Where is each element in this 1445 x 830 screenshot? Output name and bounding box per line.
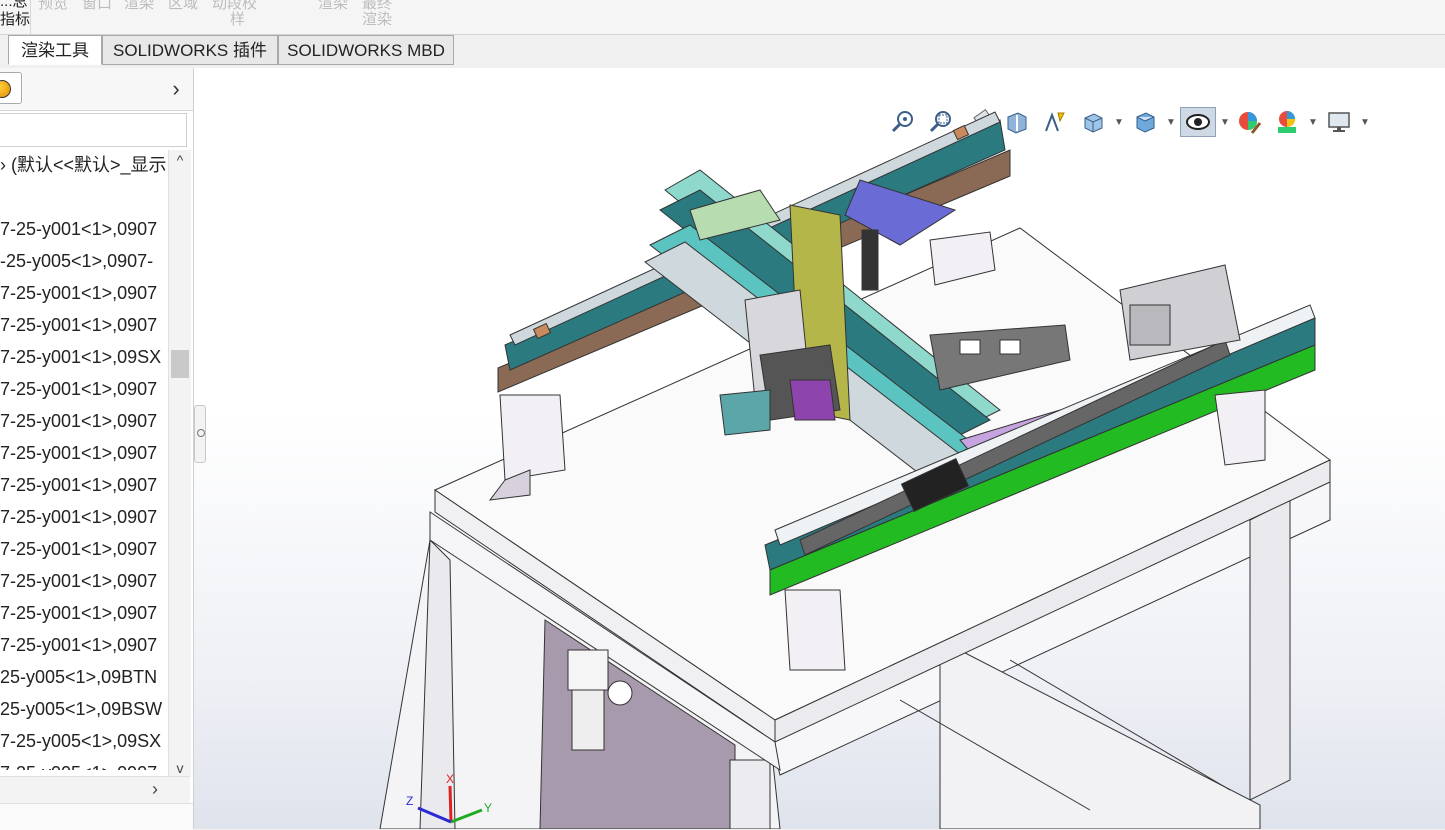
assembly-model[interactable] [194, 68, 1445, 829]
tree-item[interactable]: 7-25-y001<1>,0907 [0, 278, 168, 308]
tree-item[interactable]: 25-y005<1>,09BSW [0, 694, 168, 724]
tree-item[interactable]: 7-25-y001<1>,0907 [0, 630, 168, 660]
tab-solidworks-mbd[interactable]: SOLIDWORKS MBD [278, 35, 454, 65]
tree-item[interactable]: 7-25-y001<1>,0907 [0, 470, 168, 500]
ribbon-group-label[interactable]: 渲染 [318, 0, 348, 14]
ribbon-group-label[interactable]: 指标 [0, 10, 30, 30]
tree-item[interactable]: -25-y005<1>,0907- [0, 246, 168, 276]
x-axis [448, 785, 453, 823]
tree-item[interactable]: 7-25-y001<1>,0907 [0, 310, 168, 340]
tree-item[interactable]: 7-25-y001<1>,0907 [0, 566, 168, 596]
tree-item[interactable]: 7-25-y001<1>,0907 [0, 406, 168, 436]
tree-vertical-scrollbar[interactable]: ^ v [168, 150, 191, 778]
chevron-right-icon[interactable]: › [166, 76, 186, 102]
display-manager-button[interactable] [0, 72, 22, 104]
z-axis-label: Z [406, 794, 413, 808]
ribbon-group-label[interactable]: 窗口 [82, 0, 112, 14]
tree-item[interactable]: 7-25-y001<1>,0907 [0, 502, 168, 532]
ribbon-group-label[interactable]: 区域 [168, 0, 198, 14]
feature-manager-pane: › › (默认<<默认>_显示 7-25-y001<1>,0907 -25-y0… [0, 68, 194, 830]
tree-item[interactable]: 7-25-y001<1>,09SX [0, 342, 168, 372]
ribbon-separator [30, 0, 31, 34]
graphics-area[interactable]: ▼ ▼ ▼ ▼ ▼ X Y Z [194, 68, 1445, 829]
tab-render-tools[interactable]: 渲染工具 [8, 35, 102, 65]
tree-item[interactable]: 7-25-y001<1>,0907 [0, 214, 168, 244]
tree-item[interactable]: 7-25-y001<1>,0907 [0, 598, 168, 628]
y-axis [450, 808, 483, 824]
tree-filter-input[interactable] [0, 113, 187, 147]
tree-item[interactable]: 7-25-y001<1>,0907 [0, 438, 168, 468]
tree-horizontal-scrollbar[interactable]: › [0, 776, 190, 803]
pane-splitter[interactable] [194, 405, 206, 463]
tree-item[interactable]: 25-y005<1>,09BTN [0, 662, 168, 692]
feature-tree: › (默认<<默认>_显示 7-25-y001<1>,0907 -25-y005… [0, 150, 168, 770]
coordinate-triad: X Y Z [406, 772, 492, 824]
tree-item[interactable]: 7-25-y001<1>,0907 [0, 534, 168, 564]
feature-manager-header: › [0, 68, 193, 111]
tree-item[interactable]: 7-25-y005<1>,09SX [0, 726, 168, 756]
scroll-right-icon[interactable]: › [152, 779, 158, 800]
tree-item[interactable]: 7-25-y005<1>,0907 [0, 758, 168, 770]
scroll-up-icon[interactable]: ^ [169, 152, 191, 168]
collapse-handle-icon[interactable] [197, 429, 205, 437]
tab-solidworks-addins[interactable]: SOLIDWORKS 插件 [102, 35, 278, 65]
tree-item[interactable]: 7-25-y001<1>,0907 [0, 374, 168, 404]
appearance-ball-icon [0, 80, 11, 98]
ribbon-group-label[interactable]: 渲染 [362, 10, 392, 30]
scroll-thumb[interactable] [171, 350, 189, 378]
ribbon-bar: ...总 指标 预览 窗口 渲染 区域 动段校 样 渲染 最终 渲染 [0, 0, 1445, 35]
ribbon-group-label[interactable]: 渲染 [124, 0, 154, 14]
tree-root-item[interactable]: › (默认<<默认>_显示 [0, 150, 168, 180]
ribbon-group-label[interactable]: 样 [230, 10, 245, 30]
y-axis-label: Y [484, 801, 492, 815]
pane-footer [0, 803, 193, 830]
x-axis-label: X [446, 772, 454, 786]
scroll-down-icon[interactable]: v [169, 760, 191, 776]
ribbon-group-label[interactable]: 预览 [38, 0, 68, 14]
z-axis [417, 806, 452, 824]
